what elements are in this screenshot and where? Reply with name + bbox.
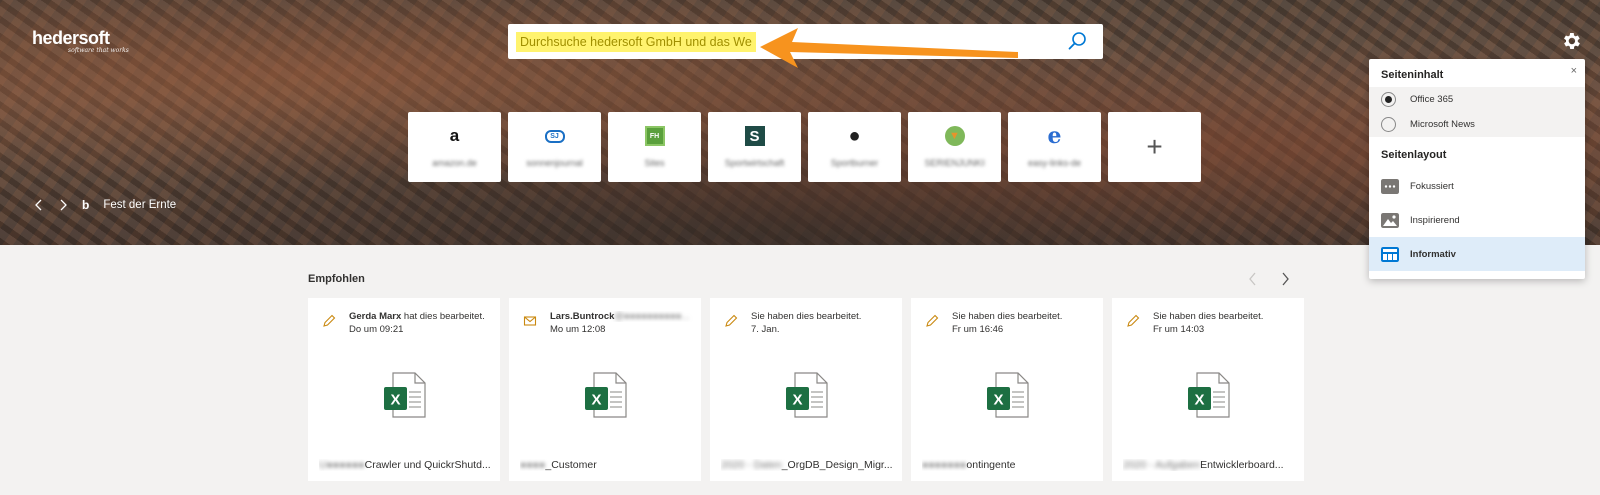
svg-text:X: X bbox=[591, 392, 601, 409]
svg-text:X: X bbox=[390, 392, 400, 409]
activity-text: Sie haben dies bearbeitet. bbox=[952, 311, 1063, 322]
option-label: Office 365 bbox=[1410, 94, 1454, 105]
option-label: Inspirierend bbox=[1410, 214, 1460, 226]
tile-label: easy-links-de bbox=[1027, 158, 1082, 168]
file-name: 2020 - Aufgaben Entwicklerboard... bbox=[1123, 459, 1284, 471]
logo-tagline: software that works bbox=[68, 47, 129, 54]
activity-time: 7. Jan. bbox=[751, 324, 780, 335]
activity-time: Do um 09:21 bbox=[349, 324, 404, 335]
file-name: U●●●●●● Crawler und QuickrShutd... bbox=[319, 459, 491, 471]
close-icon[interactable]: × bbox=[1571, 65, 1577, 77]
chevron-left-icon[interactable] bbox=[1248, 272, 1258, 286]
chevron-left-icon[interactable] bbox=[34, 199, 44, 211]
svg-text:X: X bbox=[993, 392, 1003, 409]
layout-option-informative[interactable]: Informativ bbox=[1369, 237, 1585, 271]
pencil-icon bbox=[926, 314, 939, 327]
svg-text:X: X bbox=[1194, 392, 1204, 409]
quick-link-tile[interactable]: SJ sonnenjournal bbox=[508, 112, 601, 182]
add-quick-link-button[interactable]: + bbox=[1108, 112, 1201, 182]
file-name: ●●●●_Customer bbox=[520, 459, 597, 471]
plus-icon: + bbox=[1146, 131, 1163, 162]
layout-inspiring-icon bbox=[1381, 212, 1399, 228]
quick-link-tile[interactable]: S Sportwirtschaft bbox=[708, 112, 801, 182]
site-icon: SJ bbox=[544, 130, 565, 143]
mail-icon bbox=[523, 316, 537, 326]
content-option-office365[interactable]: Office 365 bbox=[1369, 87, 1585, 112]
layout-heading: Seitenlayout bbox=[1381, 149, 1447, 161]
pencil-icon bbox=[725, 314, 738, 327]
search-input[interactable] bbox=[516, 31, 756, 52]
tile-label: SERIENJUNKIE bbox=[924, 158, 985, 168]
tile-label: sonnenjournal bbox=[526, 158, 583, 168]
quick-link-tile[interactable]: ● Sportburner bbox=[808, 112, 901, 182]
activity-time: Fr um 14:03 bbox=[1153, 324, 1205, 335]
option-label: Informativ bbox=[1410, 248, 1456, 260]
radio-button-selected[interactable] bbox=[1381, 92, 1396, 107]
recommended-file-card[interactable]: Sie haben dies bearbeitet. Fr um 14:03 X… bbox=[1112, 298, 1304, 481]
file-name: ●●●●●●●ontingente bbox=[922, 459, 1016, 471]
option-label: Microsoft News bbox=[1410, 119, 1475, 130]
quick-links: a amazon.de SJ sonnenjournal FH Sites S … bbox=[408, 112, 1201, 182]
excel-file-icon: X bbox=[786, 372, 828, 418]
image-navigation: b Fest der Ernte bbox=[34, 198, 176, 212]
bing-icon: b bbox=[82, 198, 90, 212]
amazon-icon: a bbox=[449, 126, 460, 145]
company-logo: hedersoft software that works bbox=[32, 28, 129, 54]
site-icon: e bbox=[1047, 123, 1062, 149]
quick-link-tile[interactable]: a amazon.de bbox=[408, 112, 501, 182]
activity-time: Fr um 16:46 bbox=[952, 324, 1004, 335]
recommended-pager bbox=[1248, 272, 1290, 286]
option-label: Fokussiert bbox=[1410, 180, 1454, 192]
chevron-right-icon[interactable] bbox=[1280, 272, 1290, 286]
tile-label: Sites bbox=[644, 158, 665, 168]
image-caption[interactable]: Fest der Ernte bbox=[103, 199, 176, 211]
excel-file-icon: X bbox=[384, 372, 426, 418]
gear-icon[interactable] bbox=[1560, 30, 1582, 52]
site-icon: S bbox=[744, 126, 765, 146]
annotation-arrow-search bbox=[760, 28, 1018, 68]
layout-option-inspiring[interactable]: Inspirierend bbox=[1369, 203, 1585, 237]
svg-text:X: X bbox=[792, 392, 802, 409]
pencil-icon bbox=[323, 314, 336, 327]
tile-label: Sportwirtschaft bbox=[724, 158, 785, 168]
excel-file-icon: X bbox=[1188, 372, 1230, 418]
activity-time: Mo um 12:08 bbox=[550, 324, 606, 335]
layout-option-focused[interactable]: Fokussiert bbox=[1369, 169, 1585, 203]
layout-informative-icon bbox=[1381, 246, 1399, 262]
tile-label: amazon.de bbox=[432, 158, 477, 168]
page-settings-panel: × Seiteninhalt Office 365 Microsoft News… bbox=[1369, 59, 1585, 279]
quick-link-tile[interactable]: ▼ SERIENJUNKIE bbox=[908, 112, 1001, 182]
site-icon: ● bbox=[848, 124, 861, 147]
recommended-cards: Gerda Marx hat dies bearbeitet. Do um 09… bbox=[308, 298, 1304, 481]
content-heading: Seiteninhalt bbox=[1381, 69, 1444, 81]
file-name: 2020 - Daten_OrgDB_Design_Migr... bbox=[721, 459, 893, 471]
recommended-file-card[interactable]: Lars.Buntrock@●●●●●●●●●●... Mo um 12:08 … bbox=[509, 298, 701, 481]
search-icon[interactable] bbox=[1067, 31, 1087, 51]
activity-text: Gerda Marx hat dies bearbeitet. bbox=[349, 311, 485, 322]
layout-focused-icon bbox=[1381, 178, 1399, 194]
recommended-file-card[interactable]: Sie haben dies bearbeitet. Fr um 16:46 X… bbox=[911, 298, 1103, 481]
radio-button[interactable] bbox=[1381, 117, 1396, 132]
tile-label: Sportburner bbox=[830, 158, 879, 168]
content-option-microsoft-news[interactable]: Microsoft News bbox=[1369, 112, 1585, 137]
excel-file-icon: X bbox=[987, 372, 1029, 418]
quick-link-tile[interactable]: e easy-links-de bbox=[1008, 112, 1101, 182]
recommended-heading: Empfohlen bbox=[308, 273, 365, 285]
recommended-file-card[interactable]: Gerda Marx hat dies bearbeitet. Do um 09… bbox=[308, 298, 500, 481]
activity-text: Sie haben dies bearbeitet. bbox=[751, 311, 862, 322]
logo-text: hedersoft bbox=[32, 28, 110, 48]
site-icon: ▼ bbox=[944, 126, 965, 146]
excel-file-icon: X bbox=[585, 372, 627, 418]
activity-text: Sie haben dies bearbeitet. bbox=[1153, 311, 1264, 322]
quick-link-tile[interactable]: FH Sites bbox=[608, 112, 701, 182]
site-icon: FH bbox=[644, 126, 665, 146]
chevron-right-icon[interactable] bbox=[58, 199, 68, 211]
pencil-icon bbox=[1127, 314, 1140, 327]
recommended-file-card[interactable]: Sie haben dies bearbeitet. 7. Jan. X 202… bbox=[710, 298, 902, 481]
activity-text: Lars.Buntrock@●●●●●●●●●●... bbox=[550, 311, 690, 322]
